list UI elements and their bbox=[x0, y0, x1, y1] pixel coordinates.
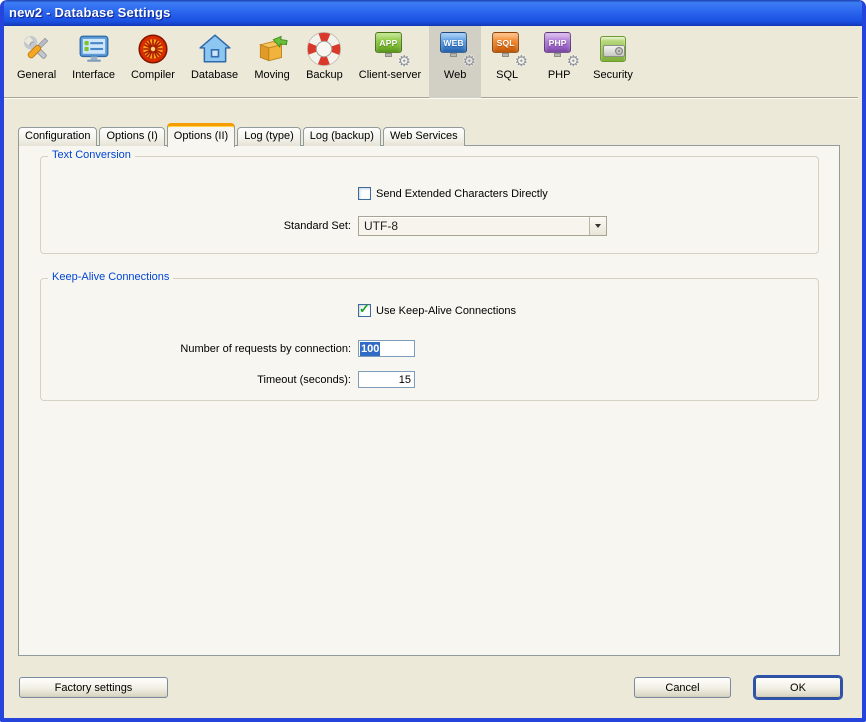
window-title: new2 - Database Settings bbox=[9, 5, 171, 20]
toolbar-item-general[interactable]: General bbox=[9, 26, 64, 98]
toolbar-label-php: PHP bbox=[548, 69, 571, 81]
settings-toolbar: General Interface bbox=[0, 26, 858, 98]
toolbar-item-security[interactable]: Security bbox=[585, 26, 641, 98]
tab-label: Web Services bbox=[390, 130, 458, 142]
standard-set-row: Standard Set: UTF-8 bbox=[111, 216, 607, 236]
security-card bbox=[603, 45, 625, 57]
toolbar-item-compiler[interactable]: Compiler bbox=[123, 26, 183, 98]
home-icon bbox=[197, 31, 233, 67]
monitor-stand bbox=[554, 53, 561, 57]
toolbar-label-compiler: Compiler bbox=[131, 69, 175, 81]
standard-set-value: UTF-8 bbox=[359, 219, 589, 233]
use-keep-alive-checkbox[interactable]: ✓ bbox=[358, 304, 371, 317]
web-badge: WEB bbox=[440, 32, 467, 53]
tools-icon bbox=[19, 31, 55, 67]
toolbar-label-sql: SQL bbox=[496, 69, 518, 81]
sql-badge: SQL bbox=[492, 32, 519, 53]
tab-label: Options (II) bbox=[174, 130, 228, 142]
monitor-stand bbox=[502, 53, 509, 57]
toolbar-label-database: Database bbox=[191, 69, 238, 81]
toolbar-label-moving: Moving bbox=[254, 69, 289, 81]
send-extended-label: Send Extended Characters Directly bbox=[376, 188, 548, 200]
tab-label: Configuration bbox=[25, 130, 90, 142]
php-badge: PHP bbox=[544, 32, 571, 53]
toolbar-label-general: General bbox=[17, 69, 56, 81]
security-disc bbox=[615, 47, 623, 55]
standard-set-dropdown[interactable]: UTF-8 bbox=[358, 216, 607, 236]
database-settings-dialog: new2 - Database Settings bbox=[0, 0, 866, 722]
monitor-stand bbox=[450, 53, 457, 57]
title-bar[interactable]: new2 - Database Settings bbox=[0, 0, 866, 26]
toolbar-label-security: Security bbox=[593, 69, 633, 81]
requests-value: 100 bbox=[360, 342, 380, 356]
app-badge: APP bbox=[375, 32, 402, 53]
app-monitor-gear-icon: APP ⚙ bbox=[372, 31, 408, 67]
lifebuoy-icon bbox=[306, 31, 342, 67]
toolbar-item-sql[interactable]: SQL ⚙ SQL bbox=[481, 26, 533, 98]
tab-label: Log (backup) bbox=[310, 130, 374, 142]
tab-log-backup[interactable]: Log (backup) bbox=[303, 127, 381, 146]
toolbar-item-moving[interactable]: Moving bbox=[246, 26, 298, 98]
dialog-content: General Interface bbox=[0, 26, 858, 718]
requests-input[interactable]: 100 bbox=[358, 340, 415, 357]
standard-set-label: Standard Set: bbox=[111, 220, 351, 232]
keep-alive-group-title: Keep-Alive Connections bbox=[48, 271, 173, 283]
toolbar-item-database[interactable]: Database bbox=[183, 26, 246, 98]
cancel-label: Cancel bbox=[665, 682, 699, 694]
timeout-input[interactable]: 15 bbox=[358, 371, 415, 388]
php-monitor-gear-icon: PHP ⚙ bbox=[541, 31, 577, 67]
tab-log-type[interactable]: Log (type) bbox=[237, 127, 301, 146]
tab-configuration[interactable]: Configuration bbox=[18, 127, 97, 146]
tab-label: Log (type) bbox=[244, 130, 294, 142]
use-keep-alive-label: Use Keep-Alive Connections bbox=[376, 305, 516, 317]
ok-button[interactable]: OK bbox=[755, 677, 841, 698]
tab-label: Options (I) bbox=[106, 130, 157, 142]
wheel-icon bbox=[135, 31, 171, 67]
web-monitor-gear-icon: WEB ⚙ bbox=[437, 31, 473, 67]
toolbar-label-web: Web bbox=[444, 69, 466, 81]
cancel-button[interactable]: Cancel bbox=[634, 677, 731, 698]
monitor-interface-icon bbox=[76, 31, 112, 67]
monitor-stand bbox=[385, 53, 392, 57]
gear-icon: ⚙ bbox=[567, 54, 580, 69]
gear-icon: ⚙ bbox=[397, 54, 410, 69]
settings-tab-bar: Configuration Options (I) Options (II) L… bbox=[18, 121, 467, 146]
toolbar-item-web[interactable]: WEB ⚙ Web bbox=[429, 26, 481, 98]
requests-label: Number of requests by connection: bbox=[111, 343, 351, 355]
chevron-down-icon bbox=[595, 224, 601, 228]
ok-label: OK bbox=[790, 682, 806, 694]
requests-row: Number of requests by connection: 100 bbox=[111, 340, 415, 357]
timeout-label: Timeout (seconds): bbox=[111, 374, 351, 386]
factory-settings-button[interactable]: Factory settings bbox=[19, 677, 168, 698]
timeout-row: Timeout (seconds): 15 bbox=[111, 371, 415, 388]
toolbar-item-php[interactable]: PHP ⚙ PHP bbox=[533, 26, 585, 98]
factory-settings-label: Factory settings bbox=[55, 682, 133, 694]
send-extended-row: ✓ Send Extended Characters Directly bbox=[358, 187, 548, 200]
toolbar-item-backup[interactable]: Backup bbox=[298, 26, 351, 98]
options-2-panel: Text Conversion ✓ Send Extended Characte… bbox=[18, 145, 840, 656]
dropdown-button[interactable] bbox=[589, 217, 606, 235]
gear-icon: ⚙ bbox=[463, 54, 476, 69]
toolbar-label-interface: Interface bbox=[72, 69, 115, 81]
toolbar-label-backup: Backup bbox=[306, 69, 343, 81]
send-extended-checkbox[interactable]: ✓ bbox=[358, 187, 371, 200]
text-conversion-group-title: Text Conversion bbox=[48, 149, 135, 161]
use-keep-alive-row: ✓ Use Keep-Alive Connections bbox=[358, 304, 516, 317]
keep-alive-group: Keep-Alive Connections ✓ Use Keep-Alive … bbox=[40, 278, 819, 401]
text-conversion-group: Text Conversion ✓ Send Extended Characte… bbox=[40, 156, 819, 254]
tab-options-1[interactable]: Options (I) bbox=[99, 127, 164, 146]
security-card-icon bbox=[595, 31, 631, 67]
toolbar-item-interface[interactable]: Interface bbox=[64, 26, 123, 98]
tab-options-2[interactable]: Options (II) bbox=[167, 123, 235, 147]
tab-web-services[interactable]: Web Services bbox=[383, 127, 465, 146]
box-arrow-icon bbox=[254, 31, 290, 67]
toolbar-label-client-server: Client-server bbox=[359, 69, 421, 81]
timeout-value: 15 bbox=[399, 374, 411, 386]
gear-icon: ⚙ bbox=[515, 54, 528, 69]
sql-monitor-gear-icon: SQL ⚙ bbox=[489, 31, 525, 67]
toolbar-item-client-server[interactable]: APP ⚙ Client-server bbox=[351, 26, 429, 98]
security-tile bbox=[600, 36, 626, 62]
